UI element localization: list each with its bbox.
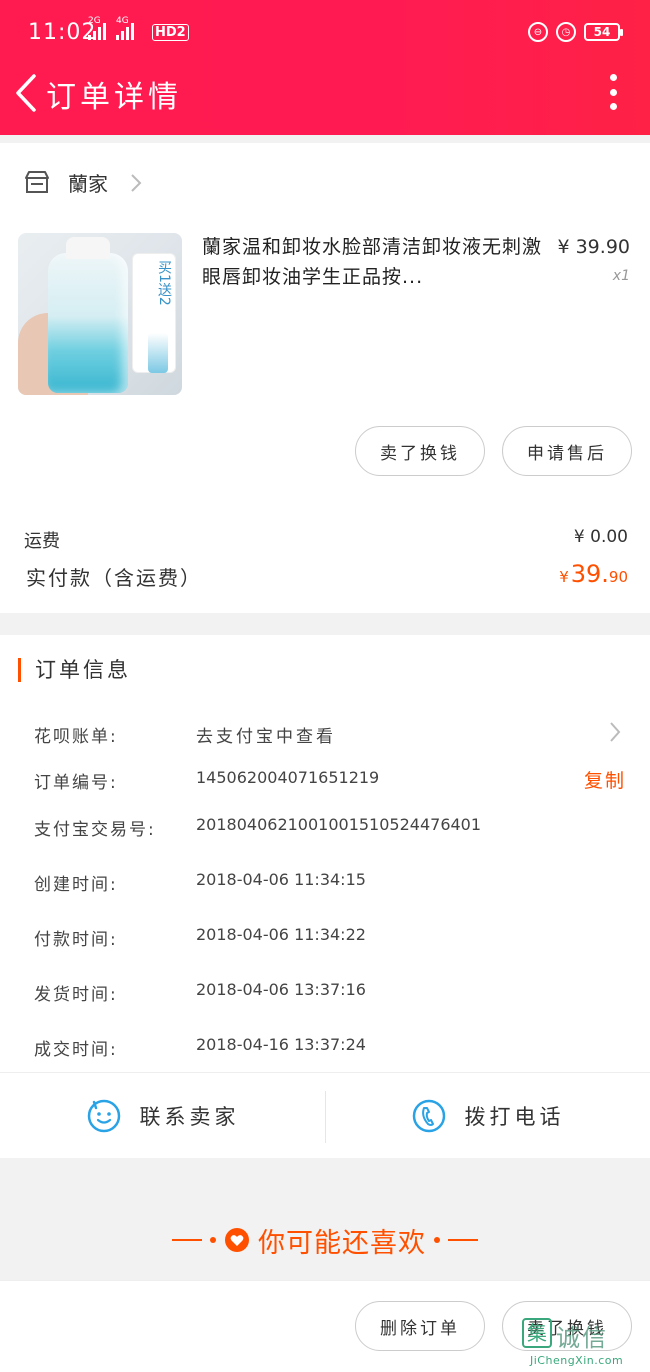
info-row-huabei[interactable]: 花呗账单: 去支付宝中查看 bbox=[0, 722, 650, 752]
status-time: 11:02 bbox=[28, 20, 97, 45]
signal-icon: 4G bbox=[116, 16, 134, 43]
contact-bar: 联系卖家 拨打电话 bbox=[0, 1072, 650, 1158]
info-row-shipped-time: 发货时间: 2018-04-06 13:37:16 bbox=[0, 980, 650, 1010]
info-row-paid-time: 付款时间: 2018-04-06 11:34:22 bbox=[0, 925, 650, 955]
app-header: 11:02 2G 4G HD2 ⊖ ◷ 54 订单详情 bbox=[0, 0, 650, 135]
battery-icon: 54 bbox=[584, 23, 623, 41]
recommend-title: 你可能还喜欢 bbox=[258, 1227, 426, 1259]
nav-bar: 订单详情 bbox=[0, 60, 650, 124]
call-phone-button[interactable]: 拨打电话 bbox=[325, 1073, 650, 1159]
info-value: 2018-04-16 13:37:24 bbox=[196, 1035, 366, 1054]
bottle-graphic bbox=[48, 253, 128, 393]
copy-button[interactable]: 复制 bbox=[584, 766, 626, 793]
info-row-order-number: 订单编号: 145062004071651219 复制 bbox=[0, 768, 650, 798]
pump-graphic bbox=[66, 237, 110, 259]
paid-label: 实付款（含运费） bbox=[26, 566, 202, 590]
delete-order-button[interactable]: 删除订单 bbox=[355, 1301, 485, 1351]
dot-icon bbox=[609, 74, 617, 81]
info-label: 发货时间: bbox=[34, 985, 118, 1005]
phone-icon bbox=[412, 1099, 445, 1133]
more-options-button[interactable] bbox=[606, 74, 620, 110]
dot-icon bbox=[609, 103, 617, 110]
contact-seller-label: 联系卖家 bbox=[139, 1105, 240, 1129]
product-title[interactable]: 蘭家温和卸妆水脸部清洁卸妆液无刺激眼唇卸妆油学生正品按... bbox=[202, 232, 542, 292]
promo-text: 买1送2 bbox=[156, 260, 172, 306]
product-image[interactable]: 买1送2 bbox=[18, 233, 182, 395]
paid-currency: ¥ bbox=[559, 568, 569, 586]
call-phone-label: 拨打电话 bbox=[464, 1105, 565, 1129]
network-type-label: 2G bbox=[88, 16, 101, 26]
shipping-value: ¥ 0.00 bbox=[573, 527, 628, 547]
info-label: 订单编号: bbox=[34, 773, 118, 793]
paid-decimal: 90 bbox=[608, 568, 628, 586]
sell-swap-button[interactable]: 卖了换钱 bbox=[355, 426, 485, 476]
info-value: 2018-04-06 11:34:15 bbox=[196, 870, 366, 889]
chat-bubble-icon bbox=[87, 1099, 120, 1133]
shop-name: 蘭家 bbox=[68, 172, 108, 196]
store-icon bbox=[25, 171, 49, 193]
dot-icon bbox=[609, 88, 617, 96]
info-label: 花呗账单: bbox=[34, 727, 118, 747]
product-quantity: x1 bbox=[612, 268, 630, 284]
paid-integer: 39. bbox=[570, 560, 609, 588]
chevron-right-icon bbox=[131, 174, 142, 192]
shipping-label: 运费 bbox=[24, 531, 60, 552]
chevron-left-icon bbox=[16, 74, 36, 112]
decorative-dot bbox=[434, 1237, 440, 1243]
signal-icon: 2G bbox=[88, 16, 106, 43]
alarm-icon: ◷ bbox=[556, 22, 576, 42]
info-value: 145062004071651219 bbox=[196, 768, 380, 787]
chevron-right-icon bbox=[610, 722, 621, 742]
paid-value: ¥39.90 bbox=[559, 560, 628, 588]
info-label: 支付宝交易号: bbox=[34, 820, 156, 840]
info-value: 2018-04-06 11:34:22 bbox=[196, 925, 366, 944]
watermark-logo-icon: 集 bbox=[522, 1318, 552, 1348]
info-label: 付款时间: bbox=[34, 930, 118, 950]
order-info-title: 订单信息 bbox=[18, 658, 131, 682]
decorative-line bbox=[448, 1239, 478, 1241]
info-value: 2018-04-06 13:37:16 bbox=[196, 980, 366, 999]
watermark-text: 诚信 bbox=[556, 1324, 608, 1352]
decorative-dot bbox=[210, 1237, 216, 1243]
recommend-header: 你可能还喜欢 bbox=[0, 1212, 650, 1268]
decorative-line bbox=[172, 1239, 202, 1241]
shop-link[interactable]: 蘭家 bbox=[0, 168, 650, 208]
page-title: 订单详情 bbox=[46, 80, 182, 115]
info-row-completed-time: 成交时间: 2018-04-16 13:37:24 bbox=[0, 1035, 650, 1065]
signal-indicators: 2G 4G bbox=[88, 16, 134, 43]
watermark-url: JiChengXin.com bbox=[530, 1354, 624, 1367]
contact-seller-button[interactable]: 联系卖家 bbox=[0, 1073, 325, 1159]
after-sale-button[interactable]: 申请售后 bbox=[502, 426, 632, 476]
heart-icon bbox=[225, 1228, 249, 1252]
back-button[interactable] bbox=[8, 70, 48, 116]
network-type-label: 4G bbox=[116, 16, 129, 26]
info-value: 去支付宝中查看 bbox=[196, 727, 336, 747]
info-row-created-time: 创建时间: 2018-04-06 11:34:15 bbox=[0, 870, 650, 900]
info-value: 2018040621001001510524476401 bbox=[196, 815, 482, 834]
info-label: 成交时间: bbox=[34, 1040, 118, 1060]
lock-rotation-icon: ⊖ bbox=[528, 22, 548, 42]
status-bar: 11:02 2G 4G HD2 ⊖ ◷ 54 bbox=[0, 16, 650, 50]
mini-bottle-graphic bbox=[148, 333, 168, 373]
info-row-alipay-number: 支付宝交易号: 2018040621001001510524476401 bbox=[0, 815, 650, 845]
product-price: ¥ 39.90 bbox=[557, 236, 630, 258]
info-label: 创建时间: bbox=[34, 875, 118, 895]
hd-voice-icon: HD2 bbox=[152, 24, 189, 41]
status-right-icons: ⊖ ◷ 54 bbox=[528, 22, 623, 42]
watermark: 集 诚信 JiChengXin.com bbox=[522, 1318, 646, 1372]
